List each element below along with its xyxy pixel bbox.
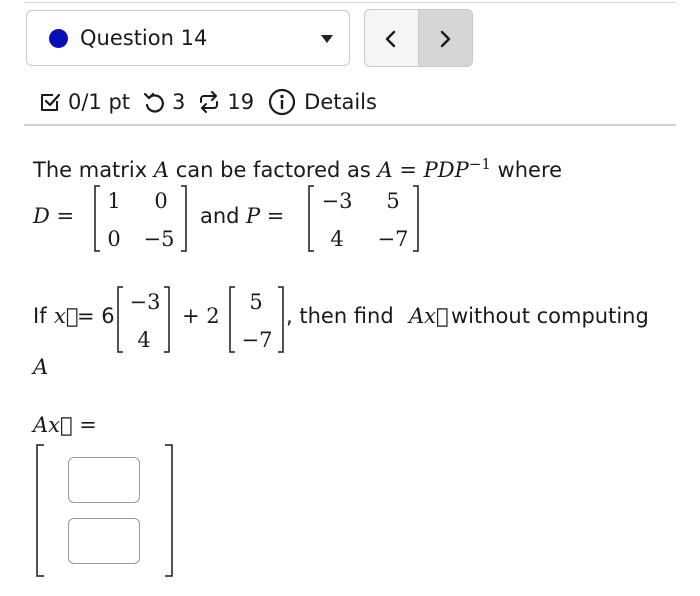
D-label: D = bbox=[33, 204, 75, 228]
and-label: and bbox=[200, 204, 240, 228]
details-label: Details bbox=[304, 90, 377, 114]
next-question-button[interactable] bbox=[418, 9, 473, 67]
P-cell: −7 bbox=[378, 227, 409, 251]
question-status-dot bbox=[49, 29, 68, 48]
inverse-exponent: −1 bbox=[468, 155, 491, 173]
A-symbol: A bbox=[33, 355, 49, 379]
chevron-right-icon bbox=[440, 30, 451, 48]
retries-count: 3 bbox=[172, 90, 186, 114]
answer-input-2[interactable] bbox=[68, 518, 140, 564]
attempts-count: 19 bbox=[227, 90, 255, 114]
D-cell: −5 bbox=[144, 227, 175, 251]
details-link[interactable]: Details bbox=[268, 88, 377, 116]
header-divider bbox=[24, 124, 676, 126]
answer-input-1[interactable] bbox=[68, 457, 140, 503]
intro-text-1: The matrix bbox=[33, 158, 154, 182]
intro-matrix-A: A bbox=[153, 158, 170, 182]
caret-down-icon bbox=[321, 35, 333, 43]
top-divider bbox=[24, 2, 676, 3]
question-nav bbox=[364, 9, 474, 67]
v2-entry: −7 bbox=[242, 328, 273, 352]
intro-text-3: where bbox=[490, 158, 563, 182]
plus-two: + 2 bbox=[182, 304, 220, 328]
prev-question-button[interactable] bbox=[364, 9, 419, 67]
equals-six: = 6 bbox=[77, 304, 115, 328]
P-cell: 4 bbox=[330, 227, 343, 251]
v1-entry: 4 bbox=[137, 328, 150, 352]
without-computing-text: without computing bbox=[451, 304, 649, 328]
then-find-text: , then find bbox=[286, 304, 394, 328]
vector-v1: −3 4 bbox=[117, 286, 170, 353]
answer-label: Ax⃗ = bbox=[33, 413, 97, 437]
repeat-icon bbox=[200, 91, 219, 113]
factorization-equation: A = PDP bbox=[377, 158, 469, 182]
checkbox-icon bbox=[41, 93, 61, 111]
P-label: P = bbox=[246, 204, 285, 228]
P-cell: 5 bbox=[386, 189, 399, 213]
if-label: If bbox=[33, 304, 47, 328]
chevron-left-icon bbox=[385, 30, 396, 48]
info-icon bbox=[269, 88, 296, 116]
Ax-symbol: Ax⃗ bbox=[409, 304, 449, 328]
P-cell: −3 bbox=[322, 189, 353, 213]
matrix-D: 1 0 0 −5 bbox=[94, 185, 187, 252]
undo-icon bbox=[143, 92, 164, 113]
question-label: Question 14 bbox=[80, 26, 208, 50]
vector-v2: 5 −7 bbox=[229, 286, 284, 353]
problem-intro: The matrix A can be factored as A = PDP−… bbox=[33, 155, 562, 182]
question-select[interactable]: Question 14 bbox=[26, 10, 350, 66]
retries-item: 3 bbox=[142, 90, 185, 114]
x-vector-symbol: x⃗ bbox=[54, 304, 79, 328]
score-text: 0/1 pt bbox=[68, 90, 131, 114]
question-meta: 0/1 pt 3 19 Details bbox=[38, 87, 377, 117]
matrix-P: −3 5 4 −7 bbox=[308, 185, 419, 252]
D-cell: 0 bbox=[154, 189, 167, 213]
attempts-item: 19 bbox=[197, 90, 254, 114]
score-item: 0/1 pt bbox=[38, 90, 130, 114]
D-cell: 1 bbox=[107, 189, 120, 213]
v2-entry: 5 bbox=[249, 290, 262, 314]
intro-text-2: can be factored as bbox=[169, 158, 378, 182]
v1-entry: −3 bbox=[130, 290, 161, 314]
D-cell: 0 bbox=[107, 227, 120, 251]
